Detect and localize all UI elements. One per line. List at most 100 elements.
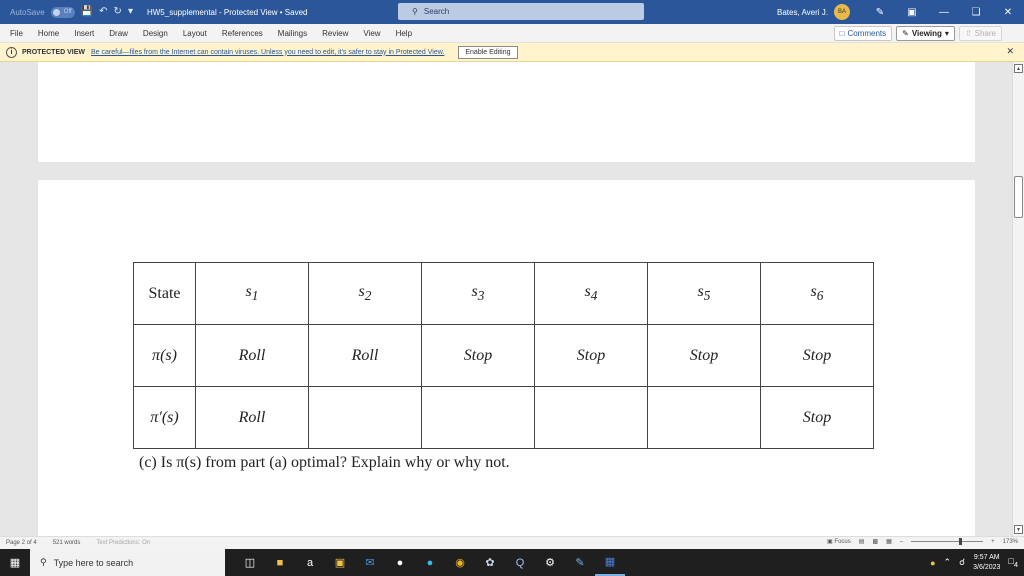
notification-icon[interactable]: □4 bbox=[1008, 556, 1018, 569]
store-icon[interactable]: ▣ bbox=[325, 549, 355, 576]
clock-time: 9:57 AM bbox=[973, 553, 1000, 563]
clock[interactable]: 9:57 AM 3/6/2023 bbox=[973, 553, 1000, 573]
viewing-label: Viewing bbox=[912, 29, 942, 38]
close-button[interactable]: ✕ bbox=[992, 0, 1024, 24]
tab-file[interactable]: File bbox=[10, 29, 23, 38]
scroll-up-icon[interactable]: ▲ bbox=[1014, 64, 1023, 73]
chevron-up-icon[interactable]: ⌃ bbox=[944, 557, 952, 568]
table-row-label: π(s) bbox=[134, 325, 196, 387]
table-cell: Roll bbox=[196, 387, 309, 449]
page-current[interactable]: State s1 s2 s3 s4 s5 s6 π(s) Roll Roll S… bbox=[38, 180, 975, 536]
undo-icon[interactable]: ↶ bbox=[99, 7, 107, 17]
table-header-cell: s4 bbox=[535, 263, 648, 325]
tab-help[interactable]: Help bbox=[396, 29, 412, 38]
zoom-in-icon[interactable]: + bbox=[991, 539, 995, 545]
focus-label: Focus bbox=[834, 539, 850, 545]
amazon-icon[interactable]: a bbox=[295, 549, 325, 576]
restore-button[interactable]: ❏ bbox=[960, 0, 992, 24]
table-row: π(s) Roll Roll Stop Stop Stop Stop bbox=[134, 325, 874, 387]
tab-design[interactable]: Design bbox=[143, 29, 168, 38]
enable-editing-button[interactable]: Enable Editing bbox=[458, 46, 517, 59]
search-placeholder: Search bbox=[424, 7, 449, 16]
table-cell: Roll bbox=[309, 325, 422, 387]
task-view-icon[interactable]: ◫ bbox=[235, 549, 265, 576]
autosave-toggle[interactable]: Off bbox=[51, 7, 75, 18]
page-previous[interactable] bbox=[38, 62, 975, 162]
comments-button[interactable]: □ Comments bbox=[834, 26, 893, 41]
edge-icon[interactable]: ● bbox=[415, 549, 445, 576]
zoom-slider[interactable] bbox=[911, 541, 983, 542]
table-header-cell: s5 bbox=[648, 263, 761, 325]
protected-view-title: PROTECTED VIEW bbox=[22, 49, 85, 56]
taskbar-search-placeholder: Type here to search bbox=[54, 558, 134, 568]
zoom-out-icon[interactable]: – bbox=[900, 539, 903, 545]
ribbon-display-icon[interactable]: ▣ bbox=[896, 0, 928, 24]
windows-start-icon[interactable]: ▦ bbox=[0, 549, 30, 576]
share-label: Share bbox=[975, 29, 996, 38]
table-header-cell: s6 bbox=[761, 263, 874, 325]
ribbon-tabs: File Home Insert Draw Design Layout Refe… bbox=[0, 24, 1024, 43]
tab-mailings[interactable]: Mailings bbox=[278, 29, 307, 38]
tab-view[interactable]: View bbox=[363, 29, 380, 38]
taskbar-search-input[interactable]: ⚲ Type here to search bbox=[30, 549, 225, 576]
vertical-scrollbar[interactable]: ▲ ▼ bbox=[1012, 62, 1024, 536]
mail-icon[interactable]: ✉ bbox=[355, 549, 385, 576]
steam-icon[interactable]: ✿ bbox=[475, 549, 505, 576]
page-indicator[interactable]: Page 2 of 4 bbox=[6, 540, 37, 546]
text-predictions-status[interactable]: Text Predictions: On bbox=[96, 540, 150, 546]
document-canvas[interactable]: State s1 s2 s3 s4 s5 s6 π(s) Roll Roll S… bbox=[0, 62, 1012, 536]
redo-icon[interactable]: ↻ bbox=[114, 7, 122, 17]
table-row-label: π′(s) bbox=[134, 387, 196, 449]
autosave-label: AutoSave bbox=[10, 8, 45, 17]
scroll-thumb[interactable] bbox=[1014, 176, 1023, 218]
tab-insert[interactable]: Insert bbox=[74, 29, 94, 38]
table-cell: Stop bbox=[422, 325, 535, 387]
zoom-thumb[interactable] bbox=[959, 538, 962, 545]
app-q-icon[interactable]: Q bbox=[505, 549, 535, 576]
question-text: (c) Is π(s) from part (a) optimal? Expla… bbox=[139, 454, 510, 472]
table-row: State s1 s2 s3 s4 s5 s6 bbox=[134, 263, 874, 325]
zoom-level[interactable]: 173% bbox=[1003, 539, 1018, 545]
search-icon: ⚲ bbox=[412, 7, 418, 16]
tab-references[interactable]: References bbox=[222, 29, 263, 38]
customize-toolbar-icon[interactable]: ▾ bbox=[128, 7, 133, 17]
pen-icon[interactable]: ✎ bbox=[864, 0, 896, 24]
title-bar-right: Bates, Averi J. BA ✎ ▣ — ❏ ✕ bbox=[777, 0, 1024, 24]
user-name[interactable]: Bates, Averi J. bbox=[777, 8, 828, 17]
tab-home[interactable]: Home bbox=[38, 29, 59, 38]
table-cell: Stop bbox=[535, 325, 648, 387]
network-icon[interactable]: ☌ bbox=[959, 557, 965, 568]
tab-review[interactable]: Review bbox=[322, 29, 348, 38]
print-layout-icon[interactable]: ▩ bbox=[872, 538, 878, 545]
save-icon[interactable]: 💾 bbox=[81, 7, 93, 17]
help-icon[interactable]: ● bbox=[930, 558, 935, 568]
protected-view-message[interactable]: Be careful—files from the Internet can c… bbox=[91, 49, 444, 56]
share-icon: ⇧ bbox=[965, 29, 972, 38]
avatar[interactable]: BA bbox=[834, 4, 850, 20]
scroll-down-icon[interactable]: ▼ bbox=[1014, 525, 1023, 534]
document-title[interactable]: HW5_supplemental - Protected View • Save… bbox=[147, 8, 308, 17]
table-header-cell: s3 bbox=[422, 263, 535, 325]
policy-table: State s1 s2 s3 s4 s5 s6 π(s) Roll Roll S… bbox=[133, 262, 874, 449]
tab-draw[interactable]: Draw bbox=[109, 29, 128, 38]
focus-button[interactable]: ▣ Focus bbox=[827, 538, 851, 545]
notepad-icon[interactable]: ✎ bbox=[565, 549, 595, 576]
web-layout-icon[interactable]: ▦ bbox=[886, 538, 892, 545]
minimize-button[interactable]: — bbox=[928, 0, 960, 24]
close-icon[interactable]: ✕ bbox=[1006, 46, 1014, 57]
github-icon[interactable]: ● bbox=[385, 549, 415, 576]
comments-label: Comments bbox=[847, 29, 886, 38]
search-input[interactable]: ⚲ Search bbox=[398, 3, 644, 20]
table-cell: Stop bbox=[761, 325, 874, 387]
viewing-mode-button[interactable]: ✎ Viewing ▾ bbox=[896, 26, 955, 41]
table-cell: Roll bbox=[196, 325, 309, 387]
tab-layout[interactable]: Layout bbox=[183, 29, 207, 38]
share-button[interactable]: ⇧ Share bbox=[959, 26, 1002, 41]
read-mode-icon[interactable]: ▤ bbox=[859, 538, 865, 545]
settings-icon[interactable]: ⚙ bbox=[535, 549, 565, 576]
file-explorer-icon[interactable]: ■ bbox=[265, 549, 295, 576]
word-count[interactable]: 521 words bbox=[53, 540, 81, 546]
chrome-icon[interactable]: ◉ bbox=[445, 549, 475, 576]
focus-icon: ▣ bbox=[827, 539, 833, 545]
word-icon[interactable]: ▦ bbox=[595, 549, 625, 576]
